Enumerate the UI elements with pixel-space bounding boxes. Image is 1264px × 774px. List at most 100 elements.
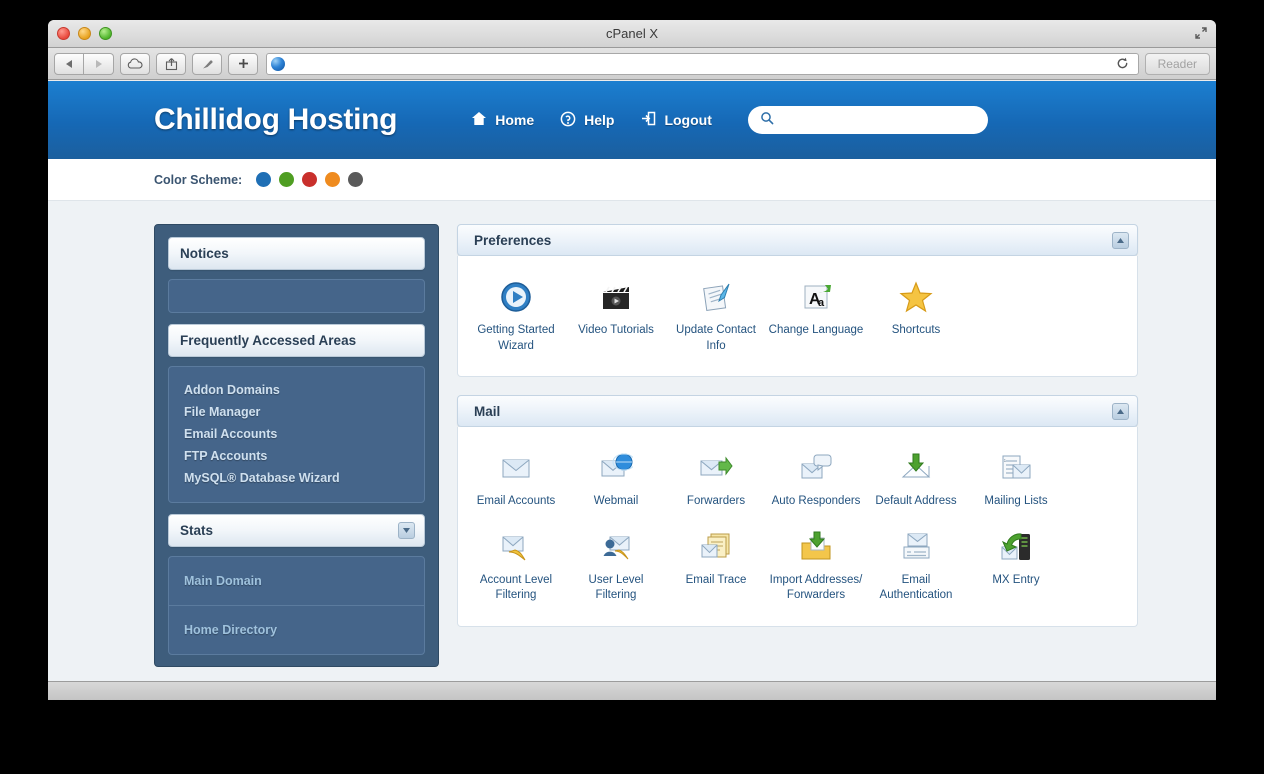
search-input[interactable] [779,112,976,128]
list-envelope-icon: 1 [999,447,1033,485]
forward-button[interactable] [84,52,114,75]
import-folder-icon [799,526,833,564]
fullscreen-icon[interactable] [1193,25,1209,41]
tile-video-tutorials[interactable]: Video Tutorials [566,270,666,364]
color-scheme-swatches [256,172,364,187]
tile-webmail[interactable]: Webmail [566,441,666,520]
section-collapse-toggle[interactable] [1112,231,1129,249]
tile-label: Forwarders [686,495,746,508]
stats-title: Stats [180,523,214,538]
tile-label: Webmail [593,495,639,508]
main-content: Preferences Getting Started Wizard Video T… [457,224,1138,645]
notepad-pen-icon [699,276,733,314]
tile-email-trace[interactable]: Email Trace [666,520,766,614]
tile-label: Mailing Lists [984,495,1048,508]
browser-window: cPanel X Reader Chillidog Hosting Home H… [48,20,1216,700]
tile-email-accounts[interactable]: Email Accounts [466,441,566,520]
new-tab-button[interactable] [228,52,258,75]
tile-import-addresses-forwarders[interactable]: Import Addresses/ Forwarders [766,520,866,614]
tile-label: Email Authentication [879,573,953,602]
cpanel-header: Chillidog Hosting Home Help Logout [48,81,1216,159]
page-viewport: Chillidog Hosting Home Help Logout Color… [48,81,1216,681]
tile-label: User Level Filtering [588,573,644,602]
tile-update-contact-info[interactable]: Update Contact Info [666,270,766,364]
tile-email-authentication[interactable]: Email Authentication [866,520,966,614]
frequently-accessed-link-0[interactable]: Addon Domains [169,379,424,401]
url-input[interactable] [290,56,1107,71]
browser-toolbar: Reader [48,48,1216,80]
section-title: Mail [474,403,501,419]
tile-mailing-lists[interactable]: 1 Mailing Lists [966,441,1066,520]
reload-icon[interactable] [1112,53,1134,75]
nav-home-label: Home [495,112,535,128]
envelope-globe-icon [599,447,633,485]
tile-shortcuts[interactable]: Shortcuts [866,270,966,364]
color-swatch-4[interactable] [348,172,364,187]
frequently-accessed-title: Frequently Accessed Areas [180,333,357,348]
search-box[interactable] [747,106,988,134]
envelope-download-icon [899,447,933,485]
stats-item-0[interactable]: Main Domain [169,557,424,605]
section-collapse-toggle[interactable] [1112,402,1129,420]
share-icon[interactable] [156,52,186,75]
site-favicon-icon [271,56,285,71]
tile-change-language[interactable]: Aa Change Language [766,270,866,364]
bookmark-icon[interactable] [192,52,222,75]
color-swatch-1[interactable] [279,172,295,187]
tile-label: Default Address [875,495,957,508]
help-icon [560,111,576,130]
nav-home[interactable]: Home [471,111,534,129]
envelope-pages-icon [699,526,733,564]
stats-item-1[interactable]: Home Directory [169,605,424,654]
stats-panel: Main Domain Home Directory [168,556,425,655]
tile-forwarders[interactable]: Forwarders [666,441,766,520]
nav-help-label: Help [584,112,615,128]
color-scheme-bar: Color Scheme: [48,159,1216,201]
frequently-accessed-link-1[interactable]: File Manager [169,401,424,423]
frequently-accessed-link-3[interactable]: FTP Accounts [169,445,424,467]
section-body-preferences: Getting Started Wizard Video Tutorials Upd… [457,256,1138,378]
tile-default-address[interactable]: Default Address [866,441,966,520]
tile-label: Update Contact Info [676,324,756,352]
color-swatch-0[interactable] [256,172,272,187]
tile-account-level-filtering[interactable]: Account Level Filtering [466,520,566,614]
tile-label: MX Entry [992,573,1040,586]
tile-label: Getting Started Wizard [477,324,555,352]
tile-user-level-filtering[interactable]: User Level Filtering [566,520,666,614]
logout-icon [640,111,656,129]
notices-title: Notices [180,246,229,261]
window-title: cPanel X [605,26,659,41]
user-funnel-icon [599,526,633,564]
envelope-form-icon [899,526,933,564]
envelope-icon [499,447,533,485]
stats-collapse-toggle[interactable] [398,522,415,539]
tile-getting-started-wizard[interactable]: Getting Started Wizard [466,270,566,364]
tile-mx-entry[interactable]: MX Entry [966,520,1066,614]
home-icon [471,111,487,129]
section-header-mail[interactable]: Mail [457,395,1138,428]
play-button-icon [499,276,533,314]
address-bar[interactable] [266,52,1139,75]
frequently-accessed-header[interactable]: Frequently Accessed Areas [168,324,425,357]
sidebar: Notices Frequently Accessed Areas Addon … [154,224,439,667]
nav-button-group [54,52,114,75]
nav-help[interactable]: Help [560,111,614,130]
section-title: Preferences [474,232,552,248]
language-aa-icon: Aa [799,276,833,314]
section-header-preferences[interactable]: Preferences [457,224,1138,256]
tile-auto-responders[interactable]: Auto Responders [766,441,866,520]
nav-logout[interactable]: Logout [640,111,712,129]
tile-label: Change Language [768,324,864,336]
frequently-accessed-link-4[interactable]: MySQL® Database Wizard [169,467,424,489]
color-swatch-3[interactable] [325,172,341,187]
tile-label: Email Trace [685,573,747,586]
frequently-accessed-link-2[interactable]: Email Accounts [169,423,424,445]
tile-label: Email Accounts [476,495,556,508]
stats-header[interactable]: Stats [168,514,425,547]
reader-button[interactable]: Reader [1144,52,1210,75]
color-swatch-2[interactable] [302,172,318,187]
cloud-icon[interactable] [120,52,150,75]
back-button[interactable] [54,52,84,75]
window-titlebar: cPanel X [48,20,1216,48]
notices-header[interactable]: Notices [168,237,425,270]
